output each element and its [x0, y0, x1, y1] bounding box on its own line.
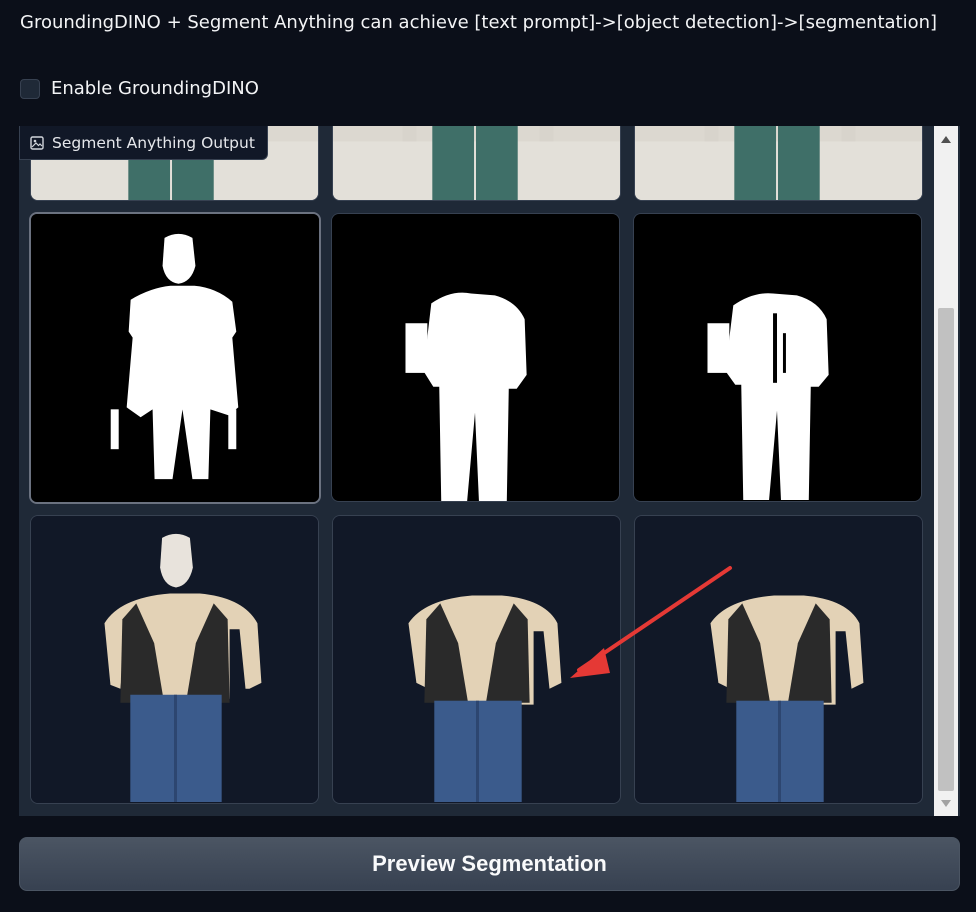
mask-upper-clothes-partial: [634, 214, 921, 501]
photo-original-3: [635, 126, 922, 200]
gallery-thumb-cutout-2[interactable]: [332, 515, 621, 804]
mask-upper-clothes: [332, 214, 619, 501]
gallery-thumb-mask-2[interactable]: [331, 213, 620, 502]
segment-anything-gallery: [19, 126, 960, 816]
image-icon: [30, 135, 44, 150]
gallery-thumb-original-2[interactable]: [332, 126, 621, 201]
gallery-scrollbar[interactable]: [934, 126, 958, 816]
gallery-thumb-cutout-3[interactable]: [634, 515, 923, 804]
gallery-label: Segment Anything Output: [19, 126, 268, 160]
gallery-label-text: Segment Anything Output: [52, 133, 255, 152]
cutout-upper-clothes-partial: [635, 516, 922, 803]
enable-groundingdino-row[interactable]: Enable GroundingDINO: [20, 78, 259, 99]
gallery-thumb-original-3[interactable]: [634, 126, 923, 201]
photo-original-2: [333, 126, 620, 200]
cutout-full-figure: [31, 516, 318, 803]
enable-groundingdino-label[interactable]: Enable GroundingDINO: [51, 78, 259, 99]
section-description: GroundingDINO + Segment Anything can ach…: [20, 12, 938, 33]
gallery-thumb-mask-1[interactable]: [29, 212, 321, 504]
mask-full-figure: [31, 214, 319, 502]
cutout-upper-clothes: [333, 516, 620, 803]
enable-groundingdino-checkbox[interactable]: [20, 78, 40, 99]
scroll-down-arrow-icon: [941, 799, 951, 807]
gallery-thumb-mask-3[interactable]: [633, 213, 922, 502]
gallery-thumb-cutout-1[interactable]: [30, 515, 319, 804]
scroll-up-arrow-icon: [941, 135, 951, 143]
scroll-down-button[interactable]: [934, 794, 958, 812]
scroll-up-button[interactable]: [934, 130, 958, 148]
scroll-thumb[interactable]: [938, 308, 954, 791]
preview-segmentation-button[interactable]: Preview Segmentation: [19, 837, 960, 891]
